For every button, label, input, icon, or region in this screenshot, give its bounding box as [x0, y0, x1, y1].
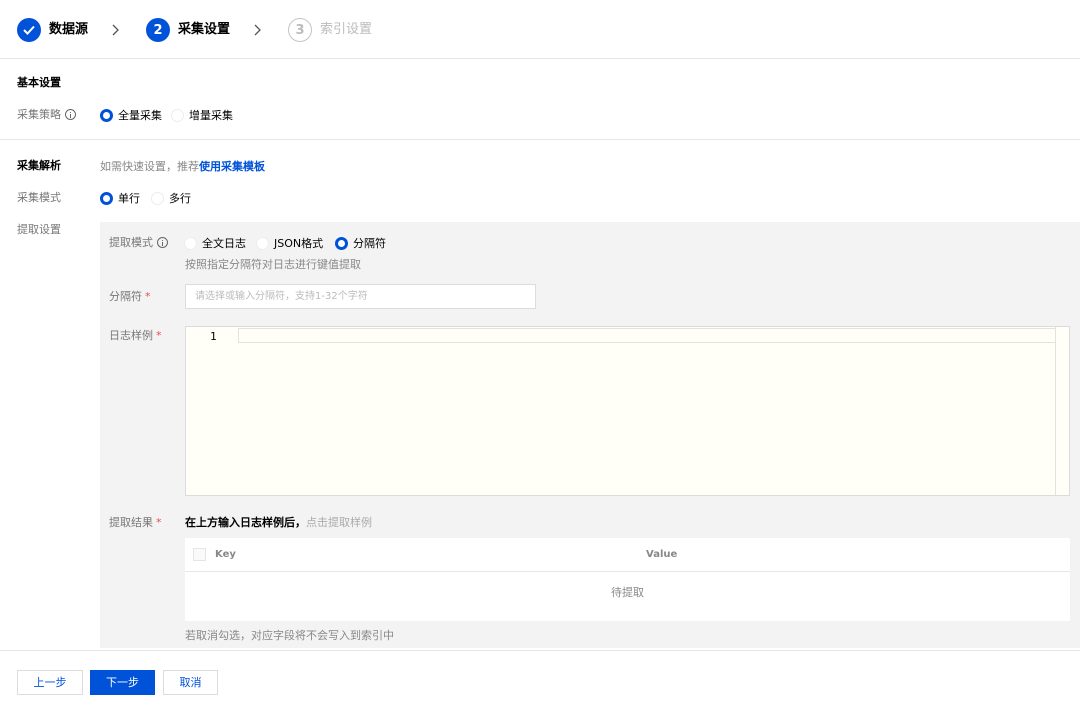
delimiter-label: 分隔符 *: [109, 290, 151, 303]
chevron-right-icon: [254, 24, 261, 36]
table-empty-text: 待提取: [611, 586, 644, 599]
radio-json-format[interactable]: JSON格式: [256, 236, 323, 250]
editor-scrollbar[interactable]: [1055, 327, 1069, 495]
column-header-key: Key: [215, 549, 236, 560]
radio-multi-line[interactable]: 多行: [151, 191, 191, 205]
section-divider: [0, 139, 1080, 140]
radio-fulltext-log[interactable]: 全文日志: [184, 236, 246, 250]
line-number: 1: [210, 330, 217, 343]
step-datasource-label: 数据源: [49, 22, 89, 37]
extract-result-table: Key Value 待提取: [185, 538, 1070, 621]
extract-mode-hint: 按照指定分隔符对日志进行键值提取: [185, 258, 361, 271]
radio-delimiter[interactable]: 分隔符: [335, 236, 386, 250]
required-mark: *: [156, 516, 162, 529]
log-sample-label: 日志样例 *: [109, 329, 162, 342]
step-index-settings-label: 索引设置: [320, 22, 373, 37]
info-icon[interactable]: [157, 237, 168, 248]
delimiter-input[interactable]: 请选择或输入分隔符，支持1-32个字符: [185, 284, 536, 309]
footer-divider: [0, 650, 1080, 651]
radio-full-collect[interactable]: 全量采集: [100, 108, 162, 122]
extract-settings-label: 提取设置: [17, 223, 61, 236]
cancel-button[interactable]: 取消: [163, 670, 218, 695]
chevron-right-icon: [112, 24, 119, 36]
table-header: Key Value: [185, 538, 1070, 572]
radio-incremental-collect[interactable]: 增量采集: [171, 108, 233, 122]
extract-result-label: 提取结果 *: [109, 516, 162, 529]
log-sample-editor[interactable]: 1: [185, 326, 1070, 496]
collect-mode-label: 采集模式: [17, 191, 61, 204]
use-template-link[interactable]: 使用采集模板: [199, 160, 265, 173]
steps-bar: 数据源 2 采集设置 3 索引设置: [0, 0, 1080, 59]
next-step-button[interactable]: 下一步: [90, 670, 155, 695]
uncheck-hint: 若取消勾选，对应字段将不会写入到索引中: [185, 629, 394, 642]
template-tip: 如需快速设置，推荐使用采集模板: [100, 160, 265, 173]
extract-result-tip: 在上方输入日志样例后，点击提取样例: [185, 516, 372, 529]
info-icon[interactable]: [65, 109, 76, 120]
required-mark: *: [156, 329, 162, 342]
required-mark: *: [145, 290, 151, 303]
parse-settings-title: 采集解析: [17, 159, 61, 172]
step-done-check-icon: [17, 18, 41, 42]
extract-mode-label: 提取模式: [109, 236, 168, 250]
extract-sample-action[interactable]: 点击提取样例: [306, 516, 372, 529]
editor-gutter: 1: [186, 327, 238, 495]
select-all-checkbox[interactable]: [193, 548, 206, 561]
step-number-2: 2: [146, 18, 170, 42]
basic-settings-title: 基本设置: [17, 76, 61, 89]
step-collect-settings-label: 采集设置: [178, 22, 231, 37]
current-line-highlight: [238, 328, 1056, 343]
radio-single-line[interactable]: 单行: [100, 191, 140, 205]
strategy-label: 采集策略: [17, 108, 76, 122]
column-header-value: Value: [646, 549, 678, 560]
prev-step-button[interactable]: 上一步: [17, 670, 83, 695]
step-number-3: 3: [288, 18, 312, 42]
